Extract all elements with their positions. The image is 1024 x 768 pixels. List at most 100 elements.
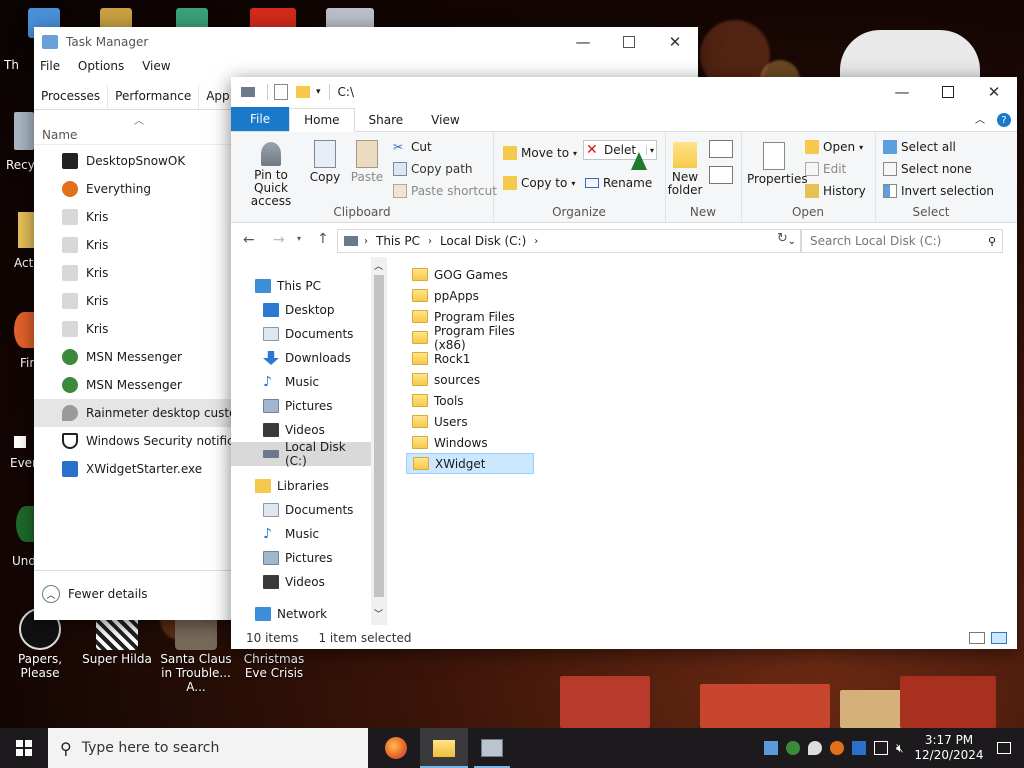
list-item-selected[interactable]: XWidget: [406, 453, 534, 474]
desktop-icon-activate[interactable]: Act: [14, 256, 36, 270]
tab-processes[interactable]: Processes: [34, 85, 109, 109]
tab-file[interactable]: File: [231, 107, 290, 131]
ribbon-collapse-icon[interactable]: ︿: [975, 111, 985, 126]
recycle-bin-icon[interactable]: [14, 112, 34, 150]
tray-rainmeter-icon[interactable]: [808, 741, 822, 755]
breadcrumb-this-pc[interactable]: This PC: [376, 234, 420, 248]
explorer-titlebar[interactable]: ▾ C:\ — ✕: [231, 77, 1017, 107]
menu-options[interactable]: Options: [78, 59, 124, 73]
tray-xwidget-icon[interactable]: [852, 741, 866, 755]
refresh-icon[interactable]: ↻: [777, 231, 788, 246]
properties-quick-icon[interactable]: [274, 84, 288, 100]
minimize-button[interactable]: —: [879, 77, 925, 107]
nav-downloads[interactable]: Downloads: [231, 346, 371, 370]
nav-pictures[interactable]: Pictures: [231, 394, 371, 418]
nav-documents[interactable]: Documents: [231, 322, 371, 346]
close-button[interactable]: ✕: [971, 77, 1017, 107]
maximize-button[interactable]: [925, 77, 971, 107]
new-folder-quick-icon[interactable]: [296, 86, 310, 98]
scroll-up-icon[interactable]: ︿: [374, 259, 383, 272]
paste-shortcut-button[interactable]: Paste shortcut: [393, 184, 497, 198]
properties-button[interactable]: Properties: [747, 142, 808, 186]
copy-path-button[interactable]: Copy path: [393, 162, 473, 176]
nav-lib-documents[interactable]: Documents: [231, 498, 371, 522]
back-arrow-icon[interactable]: ←: [243, 232, 255, 248]
rename-button[interactable]: Rename: [585, 176, 652, 190]
select-none-button[interactable]: Select none: [883, 162, 972, 176]
tab-home[interactable]: Home: [289, 108, 355, 132]
task-manager-titlebar[interactable]: Task Manager — ✕: [34, 27, 698, 57]
uninstall-icon[interactable]: [16, 506, 36, 542]
list-item[interactable]: Windows: [406, 432, 528, 453]
nav-lib-pictures[interactable]: Pictures: [231, 546, 371, 570]
list-item[interactable]: ppApps: [406, 285, 528, 306]
tab-view[interactable]: View: [417, 109, 473, 131]
help-icon[interactable]: ?: [997, 113, 1011, 127]
cut-button[interactable]: ✂ Cut: [393, 140, 432, 154]
scroll-thumb[interactable]: [374, 275, 384, 597]
edit-button[interactable]: Edit: [805, 162, 846, 176]
desktop-icon[interactable]: Th: [4, 58, 34, 72]
start-button[interactable]: [0, 728, 48, 768]
minimize-button[interactable]: —: [560, 27, 606, 57]
tab-performance[interactable]: Performance: [108, 85, 200, 109]
firefox-icon[interactable]: [14, 312, 34, 348]
tray-everything-icon[interactable]: [830, 741, 844, 755]
maximize-button[interactable]: [606, 27, 652, 57]
close-button[interactable]: ✕: [652, 27, 698, 57]
move-to-button[interactable]: Move to ▾: [503, 146, 577, 160]
recent-locations-icon[interactable]: ▾: [297, 234, 301, 243]
copy-to-button[interactable]: Copy to ▾: [503, 176, 575, 190]
nav-desktop[interactable]: Desktop: [231, 298, 371, 322]
nav-music[interactable]: ♪ Music: [231, 370, 371, 394]
forward-arrow-icon[interactable]: →: [273, 232, 285, 248]
nav-scrollbar[interactable]: ︿ ﹀: [371, 257, 387, 625]
select-all-button[interactable]: Select all: [883, 140, 956, 154]
folder-icon[interactable]: [18, 212, 34, 248]
menu-file[interactable]: File: [40, 59, 60, 73]
details-view-icon[interactable]: [969, 632, 985, 644]
clock[interactable]: 3:17 PM 12/20/2024: [914, 733, 984, 763]
new-folder-button[interactable]: New folder: [667, 142, 703, 197]
taskbar-firefox[interactable]: [372, 728, 420, 768]
volume-muted-icon[interactable]: 🔇︎: [896, 741, 910, 755]
open-button[interactable]: Open ▾: [805, 140, 863, 154]
desktop-icon-recycle-bin[interactable]: Recy: [6, 158, 36, 172]
new-item-icon[interactable]: [709, 140, 733, 158]
scroll-down-icon[interactable]: ﹀: [374, 607, 383, 620]
address-bar[interactable]: › This PC › Local Disk (C:) › ⌄: [337, 229, 801, 253]
large-icons-view-icon[interactable]: [991, 632, 1007, 644]
copy-button[interactable]: Copy: [309, 140, 341, 184]
pin-quick-access-button[interactable]: Pin to Quick access: [237, 142, 305, 208]
easy-access-icon[interactable]: [709, 166, 733, 184]
network-icon[interactable]: [874, 741, 888, 755]
tab-share[interactable]: Share: [355, 109, 418, 131]
nav-lib-music[interactable]: ♪ Music: [231, 522, 371, 546]
breadcrumb-local-disk[interactable]: Local Disk (C:): [440, 234, 526, 248]
invert-selection-button[interactable]: Invert selection: [883, 184, 994, 198]
list-item[interactable]: Users: [406, 411, 528, 432]
search-box[interactable]: Search Local Disk (C:) ⚲: [801, 229, 1003, 253]
desktop-icon-christmas-eve-crisis[interactable]: Christmas Eve Crisis: [236, 652, 312, 680]
nav-network[interactable]: Network: [231, 602, 371, 626]
list-item[interactable]: Program Files (x86): [406, 324, 546, 352]
fewer-details-button[interactable]: ︿ Fewer details: [42, 585, 148, 603]
tray-app-icon[interactable]: [764, 741, 778, 755]
nav-local-disk[interactable]: Local Disk (C:): [231, 440, 371, 468]
taskbar-search-box[interactable]: ⚲ Type here to search: [48, 728, 368, 768]
nav-this-pc[interactable]: This PC: [231, 274, 371, 298]
action-center-button[interactable]: [984, 728, 1024, 768]
nav-libraries[interactable]: Libraries: [231, 474, 371, 498]
list-item[interactable]: sources: [406, 369, 528, 390]
list-item[interactable]: Tools: [406, 390, 528, 411]
menu-view[interactable]: View: [142, 59, 170, 73]
nav-videos[interactable]: Videos: [231, 418, 371, 442]
nav-lib-videos[interactable]: Videos: [231, 570, 371, 594]
paste-button[interactable]: Paste: [349, 140, 385, 184]
history-button[interactable]: History: [805, 184, 866, 198]
tray-msn-icon[interactable]: [786, 741, 800, 755]
taskbar-task-manager[interactable]: [468, 728, 516, 768]
taskbar-file-explorer[interactable]: [420, 728, 468, 768]
address-dropdown-icon[interactable]: ⌄: [788, 236, 796, 247]
customize-quick-access-icon[interactable]: ▾: [316, 87, 321, 97]
